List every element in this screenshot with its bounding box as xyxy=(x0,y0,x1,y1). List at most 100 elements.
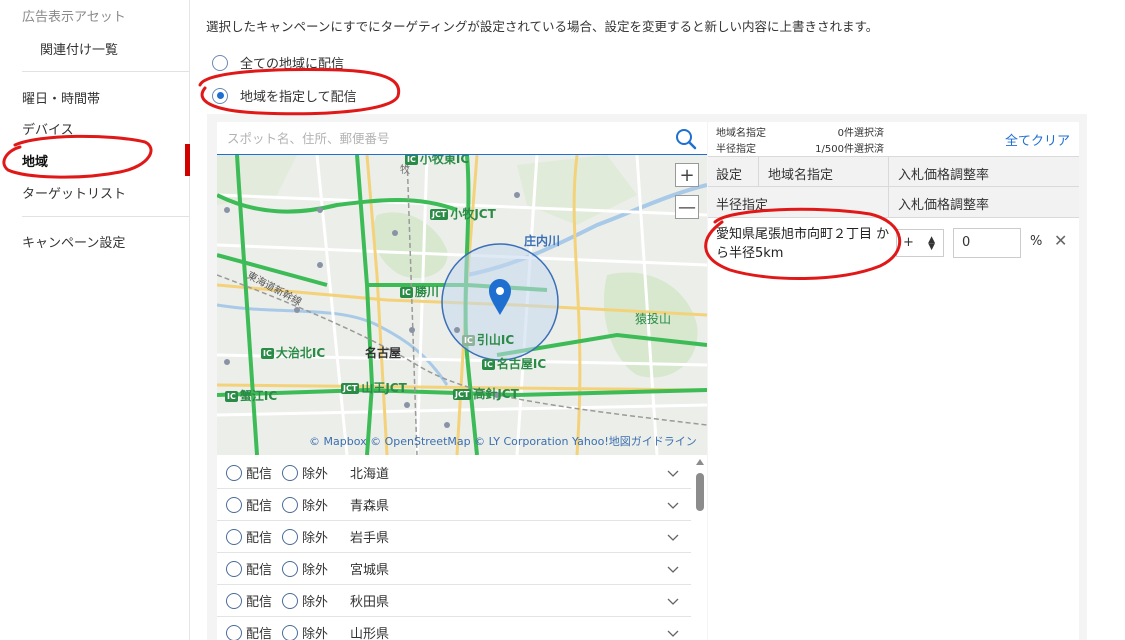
map-view[interactable]: IC 小牧東IC 牧 JCT 小牧JCT 庄内川 IC 勝川 猿投山 東海道新幹線 I… xyxy=(217,155,707,455)
deliver-label: 配信 xyxy=(246,627,273,640)
sidebar: 広告表示アセット 関連付け一覧 曜日・時間帯 デバイス 地域 ターゲットリスト … xyxy=(0,0,190,640)
radio-all-regions[interactable]: 全ての地域に配信 xyxy=(212,53,344,72)
scroll-up-icon[interactable] xyxy=(696,459,704,465)
prefecture-list: 配信 除外 北海道 配信 除外 青森県 配信 除外 岩手県 配信 除外 宮城県 … xyxy=(217,457,707,640)
list-item: 配信 除外 青森県 xyxy=(217,489,691,521)
radio-button[interactable] xyxy=(212,54,228,71)
map-label: IC 引山IC xyxy=(462,333,515,347)
sidebar-divider xyxy=(22,71,190,72)
chevron-down-icon[interactable] xyxy=(667,595,679,610)
exclude-label: 除外 xyxy=(302,467,329,482)
column-divider xyxy=(888,157,889,188)
exclude-label: 除外 xyxy=(302,595,329,610)
summary-value: 1/500件選択済 xyxy=(815,144,884,155)
chevron-down-icon[interactable] xyxy=(667,531,679,546)
list-scrollbar[interactable] xyxy=(693,457,707,640)
radio-label: 全ての地域に配信 xyxy=(240,57,345,72)
summary-label: 半径指定 xyxy=(716,144,756,155)
map-label: 名古屋 xyxy=(365,346,402,360)
map-label: 牧 xyxy=(400,165,410,176)
zoom-out-button[interactable]: — xyxy=(675,195,699,219)
radius-location: 愛知県尾張旭市向町２丁目 から半径5km xyxy=(716,227,890,261)
scroll-thumb[interactable] xyxy=(696,473,704,511)
exclude-radio[interactable] xyxy=(282,528,299,545)
map-label: IC 蟹江IC xyxy=(225,389,278,403)
spot-search xyxy=(217,122,707,155)
zoom-in-button[interactable]: + xyxy=(675,163,699,187)
chevron-down-icon[interactable] xyxy=(667,499,679,514)
deliver-label: 配信 xyxy=(246,531,273,546)
map-column: IC小牧東IC 牧 JCT小牧JCT 庄内川 IC勝川 猿投山 東海道新幹線 I… xyxy=(217,122,707,640)
search-icon[interactable] xyxy=(675,128,697,154)
prefecture-name: 秋田県 xyxy=(350,595,390,610)
column-divider xyxy=(758,157,759,188)
summary-value: 0件選択済 xyxy=(837,128,884,139)
deliver-radio[interactable] xyxy=(226,464,242,481)
active-indicator xyxy=(185,144,190,176)
exclude-radio[interactable] xyxy=(282,560,299,577)
list-item: 配信 除外 岩手県 xyxy=(217,521,691,553)
deliver-radio[interactable] xyxy=(226,496,242,513)
column-header: 地域名指定 xyxy=(768,168,834,183)
selected-regions-panel: 地域名指定 0件選択済 半径指定 1/500件選択済 全てクリア 設定 地域名指… xyxy=(708,122,1079,640)
sidebar-item-schedule[interactable]: 曜日・時間帯 xyxy=(22,88,100,107)
bid-sign-value: + xyxy=(903,235,914,250)
map-label: IC 大治北IC xyxy=(261,346,326,360)
summary-label: 地域名指定 xyxy=(716,128,766,139)
deliver-label: 配信 xyxy=(246,499,273,514)
sidebar-item-associations[interactable]: 関連付け一覧 xyxy=(40,39,118,58)
exclude-radio[interactable] xyxy=(282,624,299,640)
exclude-label: 除外 xyxy=(302,563,329,578)
clear-all-link[interactable]: 全てクリア xyxy=(1005,130,1070,149)
bid-adjustment-input[interactable]: 0 xyxy=(953,228,1021,258)
radio-label: 地域を指定して配信 xyxy=(240,90,357,105)
exclude-radio[interactable] xyxy=(282,464,299,481)
exclude-radio[interactable] xyxy=(282,592,299,609)
chevron-down-icon[interactable] xyxy=(667,627,679,640)
exclude-radio[interactable] xyxy=(282,496,299,513)
map-label: IC 名古屋IC xyxy=(482,357,547,371)
overwrite-notice: 選択したキャンペーンにすでにターゲティングが設定されている場合、設定を変更すると… xyxy=(206,19,879,34)
table-row: 愛知県尾張旭市向町２丁目 から半径5km + ▲ ▼ 0 % ✕ xyxy=(708,219,1079,271)
list-item: 配信 除外 秋田県 xyxy=(217,585,691,617)
deliver-label: 配信 xyxy=(246,595,273,610)
column-header: 半径指定 xyxy=(716,198,769,213)
table-header: 設定 地域名指定 入札価格調整率 xyxy=(708,156,1079,188)
column-header: 入札価格調整率 xyxy=(898,198,990,213)
sidebar-divider xyxy=(22,216,190,217)
search-input[interactable] xyxy=(225,128,665,148)
table-header: 半径指定 入札価格調整率 xyxy=(708,187,1079,218)
prefecture-name: 岩手県 xyxy=(350,531,390,546)
deliver-radio[interactable] xyxy=(226,560,242,577)
map-attribution[interactable]: © Mapbox © OpenStreetMap © LY Corporatio… xyxy=(309,433,697,449)
chevron-down-icon[interactable] xyxy=(667,467,679,482)
exclude-label: 除外 xyxy=(302,627,329,640)
sidebar-item-target-list[interactable]: ターゲットリスト xyxy=(22,183,126,202)
exclude-label: 除外 xyxy=(302,499,329,514)
deliver-radio[interactable] xyxy=(226,528,242,545)
sidebar-item-campaign-settings[interactable]: キャンペーン設定 xyxy=(22,232,125,251)
chevron-down-icon[interactable] xyxy=(667,563,679,578)
map-label: IC 小牧東IC xyxy=(405,155,470,166)
sidebar-item-region[interactable]: 地域 xyxy=(22,151,48,170)
deliver-radio[interactable] xyxy=(226,624,242,640)
map-tiles xyxy=(217,155,707,455)
deliver-radio[interactable] xyxy=(226,592,242,609)
deliver-label: 配信 xyxy=(246,467,273,482)
sidebar-item-device[interactable]: デバイス xyxy=(22,119,74,138)
prefecture-name: 山形県 xyxy=(350,627,390,640)
sidebar-item-ad-assets[interactable]: 広告表示アセット xyxy=(22,6,126,25)
deliver-label: 配信 xyxy=(246,563,273,578)
column-header: 入札価格調整率 xyxy=(898,168,990,183)
map-label: IC 勝川 xyxy=(400,285,439,299)
map-label: JCT 小牧JCT xyxy=(430,207,496,221)
remove-icon[interactable]: ✕ xyxy=(1054,231,1067,250)
map-label: 庄内川 xyxy=(524,234,561,248)
bid-sign-select[interactable]: + ▲ ▼ xyxy=(896,229,944,257)
radio-specific-regions[interactable]: 地域を指定して配信 xyxy=(212,86,357,105)
list-item: 配信 除外 山形県 xyxy=(217,617,691,640)
map-label: JCT 高針JCT xyxy=(453,387,519,401)
radio-button[interactable] xyxy=(212,87,228,104)
column-header: 設定 xyxy=(716,168,743,183)
list-item: 配信 除外 宮城県 xyxy=(217,553,691,585)
